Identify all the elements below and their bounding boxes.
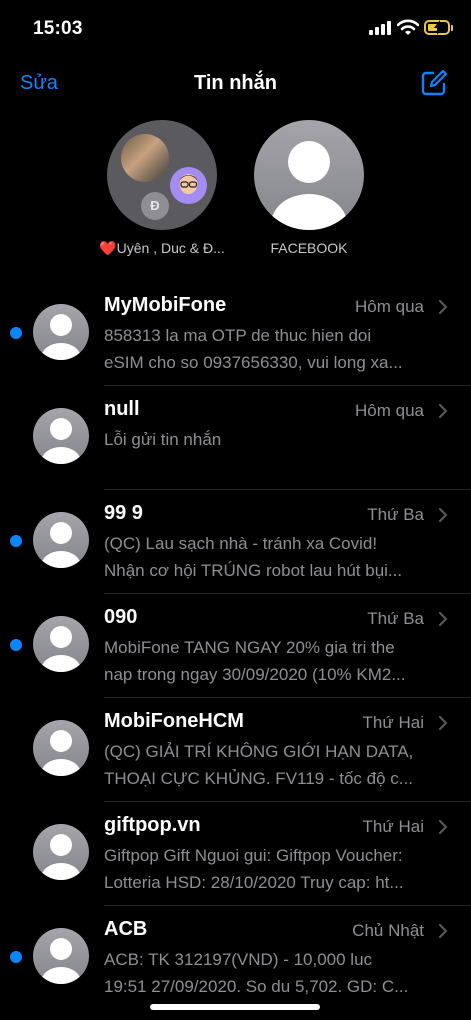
chevron-right-icon — [439, 820, 448, 834]
message-preview: Giftpop Gift Nguoi gui: Giftpop Voucher:… — [104, 842, 444, 896]
conversation-date: Thứ Ba — [367, 609, 424, 628]
conversation-name: null — [104, 398, 140, 420]
unread-indicator — [10, 327, 22, 339]
conversation-row[interactable]: ACB Chủ Nhật ACB: TK 312197(VND) - 10,00… — [0, 906, 471, 1010]
conversation-row[interactable]: 090 Thứ Ba MobiFone TANG NGAY 20% gia tr… — [0, 594, 471, 698]
preview-line: MobiFone TANG NGAY 20% gia tri the — [104, 638, 395, 657]
navigation-bar: Tin nhắn Sửa — [0, 58, 471, 108]
chevron-right-icon — [439, 508, 448, 522]
message-preview: (QC) GIẢI TRÍ KHÔNG GIỚI HẠN DATA, THOẠI… — [104, 738, 444, 792]
conversation-date: Hôm qua — [355, 297, 424, 316]
preview-line: Lỗi gửi tin nhắn — [104, 430, 222, 449]
preview-line: Lotteria HSD: 28/10/2020 Truy cap: ht... — [104, 873, 404, 892]
person-silhouette-icon — [33, 616, 89, 672]
pinned-conversations: Đ ❤️Uyên , Duc & Đ... FACEBOOK — [0, 120, 471, 270]
conversation-date: Thứ Ba — [367, 505, 424, 524]
compose-icon[interactable] — [420, 69, 448, 97]
group-avatar: Đ — [107, 120, 217, 230]
status-bar: 15:03 — [0, 0, 471, 58]
chevron-right-icon — [439, 300, 448, 314]
conversation-name: MyMobiFone — [104, 294, 227, 316]
wifi-icon — [397, 19, 419, 35]
pinned-label: ❤️Uyên , Duc & Đ... — [99, 240, 225, 256]
pinned-facebook-conversation[interactable]: FACEBOOK — [234, 120, 384, 256]
person-silhouette-icon — [271, 141, 347, 230]
conversation-date: Thứ Hai — [362, 817, 424, 836]
preview-line: THOẠI CỰC KHỦNG. FV119 - tốc độ c... — [104, 769, 413, 788]
unread-indicator — [10, 639, 22, 651]
person-silhouette-icon — [33, 304, 89, 360]
conversation-name: ACB — [104, 918, 148, 940]
message-preview: ACB: TK 312197(VND) - 10,000 luc 19:51 2… — [104, 946, 444, 1000]
home-indicator[interactable] — [150, 1004, 320, 1010]
status-time: 15:03 — [33, 18, 83, 39]
person-silhouette-icon — [33, 512, 89, 568]
conversation-name: giftpop.vn — [104, 814, 201, 836]
message-preview: Lỗi gửi tin nhắn — [104, 426, 444, 453]
cellular-signal-icon — [369, 21, 391, 35]
conversation-name: 99 9 — [104, 502, 143, 524]
preview-line: Nhận cơ hội TRÚNG robot lau hút bụi... — [104, 561, 403, 580]
unread-indicator — [10, 535, 22, 547]
chevron-right-icon — [439, 404, 448, 418]
conversation-row[interactable]: 99 9 Thứ Ba (QC) Lau sạch nhà - tránh xa… — [0, 490, 471, 594]
group-member-photo — [121, 134, 169, 182]
message-preview: MobiFone TANG NGAY 20% gia tri the nap t… — [104, 634, 444, 688]
preview-line: (QC) GIẢI TRÍ KHÔNG GIỚI HẠN DATA, — [104, 742, 414, 761]
unread-indicator — [10, 951, 22, 963]
person-silhouette-icon — [33, 824, 89, 880]
edit-button[interactable]: Sửa — [20, 72, 58, 95]
conversation-row[interactable]: null Hôm qua Lỗi gửi tin nhắn — [0, 386, 471, 490]
group-member-memoji — [170, 167, 207, 204]
pinned-group-conversation[interactable]: Đ ❤️Uyên , Duc & Đ... — [87, 120, 237, 257]
pinned-label: FACEBOOK — [270, 240, 348, 256]
chevron-right-icon — [439, 924, 448, 938]
chevron-right-icon — [439, 716, 448, 730]
preview-line: ACB: TK 312197(VND) - 10,000 luc — [104, 950, 373, 969]
conversation-row[interactable]: MobiFoneHCM Thứ Hai (QC) GIẢI TRÍ KHÔNG … — [0, 698, 471, 802]
person-silhouette-icon — [33, 720, 89, 776]
chevron-right-icon — [439, 612, 448, 626]
conversation-date: Hôm qua — [355, 401, 424, 420]
conversation-row[interactable]: giftpop.vn Thứ Hai Giftpop Gift Nguoi gu… — [0, 802, 471, 906]
conversation-name: MobiFoneHCM — [104, 710, 244, 732]
conversation-date: Thứ Hai — [362, 713, 424, 732]
preview-line: 858313 la ma OTP de thuc hien doi — [104, 326, 372, 345]
conversation-name: 090 — [104, 606, 138, 628]
facebook-avatar — [254, 120, 364, 230]
preview-line: (QC) Lau sạch nhà - tránh xa Covid! — [104, 534, 378, 553]
message-preview: (QC) Lau sạch nhà - tránh xa Covid! Nhận… — [104, 530, 444, 584]
person-silhouette-icon — [33, 928, 89, 984]
conversation-row[interactable]: MyMobiFone Hôm qua 858313 la ma OTP de t… — [0, 282, 471, 386]
battery-icon — [424, 20, 450, 35]
page-title: Tin nhắn — [194, 72, 277, 94]
message-preview: 858313 la ma OTP de thuc hien doi eSIM c… — [104, 322, 444, 376]
conversation-date: Chủ Nhật — [352, 921, 424, 940]
preview-line: 19:51 27/09/2020. So du 5,702. GD: C... — [104, 977, 409, 996]
preview-line: eSIM cho so 0937656330, vui long xa... — [104, 353, 403, 372]
preview-line: nap trong ngay 30/09/2020 (10% KM2... — [104, 665, 406, 684]
preview-line: Giftpop Gift Nguoi gui: Giftpop Voucher: — [104, 846, 403, 865]
group-member-initial: Đ — [141, 192, 169, 220]
battery-cap — [451, 25, 453, 31]
person-silhouette-icon — [33, 408, 89, 464]
